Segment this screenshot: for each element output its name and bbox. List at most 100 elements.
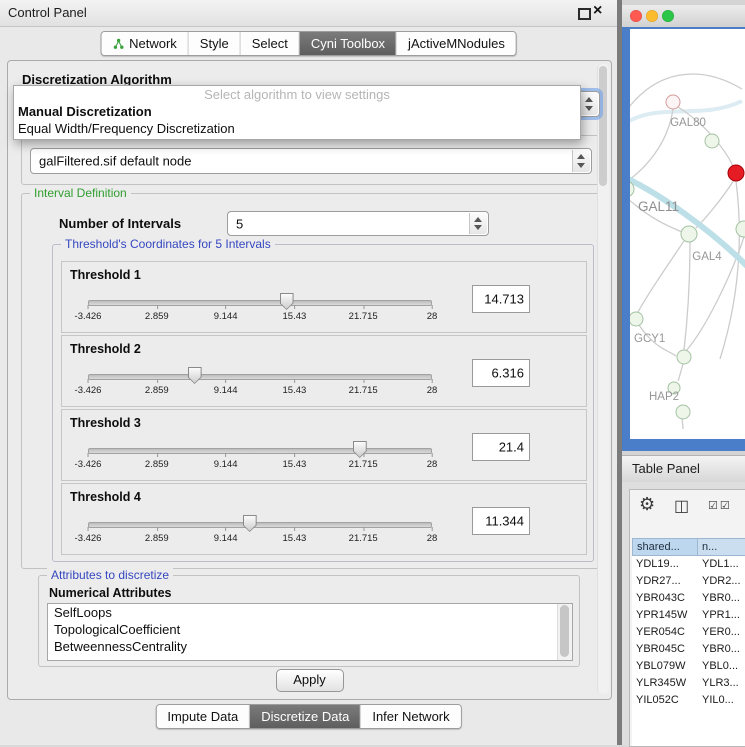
column-header-shared-name[interactable]: shared... (632, 538, 698, 556)
tab-network[interactable]: Network (101, 32, 189, 55)
network-node[interactable] (676, 405, 690, 419)
tab-discretize-data[interactable]: Discretize Data (250, 705, 361, 728)
threshold-value-field-3[interactable]: 21.4 (472, 433, 530, 461)
combobox-stepper[interactable] (469, 213, 487, 234)
close-traffic-light[interactable] (630, 10, 642, 22)
cyni-toolbox-panel: Discretization Algorithm Select algorith… (7, 60, 612, 700)
network-node[interactable] (630, 312, 643, 326)
table-panel-title: Table Panel (632, 461, 700, 476)
table-cell[interactable]: YPR1... (698, 607, 745, 624)
table-cell[interactable]: YBL0... (698, 658, 745, 675)
table-row[interactable]: YER054C YER0... (632, 624, 745, 641)
list-scrollbar[interactable] (557, 604, 572, 660)
combobox-stepper[interactable] (572, 150, 590, 172)
columns-icon[interactable]: ◫ (674, 496, 689, 516)
gear-icon[interactable]: ⚙ (639, 494, 655, 515)
dropdown-option-equal-width[interactable]: Equal Width/Frequency Discretization (14, 120, 580, 137)
panel-scrollbar[interactable] (597, 64, 609, 694)
threshold-label: Threshold 2 (70, 342, 141, 356)
network-node-selected[interactable] (728, 165, 744, 181)
node-label: GAL80 (670, 117, 706, 129)
table-cell[interactable]: YBR043C (632, 590, 698, 607)
table-cell[interactable]: YLR345W (632, 675, 698, 692)
threshold-value-field-4[interactable]: 11.344 (472, 507, 530, 535)
float-window-icon[interactable] (578, 8, 591, 20)
table-cell[interactable]: YDR27... (632, 573, 698, 590)
apply-button[interactable]: Apply (276, 669, 344, 692)
table-data-combobox[interactable]: galFiltered.sif default node (30, 148, 592, 174)
network-node[interactable] (705, 134, 719, 148)
node-label: GAL4 (692, 251, 722, 263)
combobox-stepper[interactable] (580, 93, 598, 115)
slider-track[interactable] (88, 374, 432, 380)
tab-label: Select (252, 36, 288, 51)
tab-select[interactable]: Select (241, 32, 300, 55)
table-cell[interactable]: YER054C (632, 624, 698, 641)
table-row[interactable]: YBR043C YBR0... (632, 590, 745, 607)
table-cell[interactable]: YPR145W (632, 607, 698, 624)
list-item[interactable]: TopologicalCoefficient (48, 621, 572, 638)
tab-infer-network[interactable]: Infer Network (361, 705, 460, 728)
table-cell[interactable]: YDL19... (632, 556, 698, 573)
close-icon[interactable]: × (593, 2, 602, 20)
table-row[interactable]: YBL079W YBL0... (632, 658, 745, 675)
table-cell[interactable]: YBR0... (698, 641, 745, 658)
network-node[interactable] (681, 226, 697, 242)
table-cell[interactable]: YBR0... (698, 590, 745, 607)
tab-label: Discretize Data (261, 709, 349, 724)
network-nodes (630, 95, 745, 419)
list-item[interactable]: BetweennessCentrality (48, 638, 572, 655)
table-data-value: galFiltered.sif default node (39, 154, 191, 169)
number-of-intervals-combobox[interactable]: 5 (227, 211, 489, 236)
dropdown-option-manual[interactable]: Manual Discretization (14, 103, 580, 120)
table-row[interactable]: YLR345W YLR3... (632, 675, 745, 692)
node-table: shared... n... YDL19... YDL1... YDR27...… (632, 538, 745, 746)
slider-thumb[interactable] (280, 293, 294, 310)
select-columns-icon[interactable]: ☑☑ (708, 499, 732, 512)
table-cell[interactable]: YDR2... (698, 573, 745, 590)
slider-thumb[interactable] (188, 367, 202, 384)
tab-cyni-toolbox[interactable]: Cyni Toolbox (300, 32, 397, 55)
network-canvas[interactable]: GAL80 GAL11 GAL4 GCY1 HAP2 (630, 29, 745, 439)
table-cell[interactable]: YIL0... (698, 692, 745, 709)
table-row[interactable]: YIL052C YIL0... (632, 692, 745, 709)
threshold-slider-1[interactable]: -3.426 2.859 9.144 15.43 21.715 28 (88, 292, 432, 324)
threshold-slider-2[interactable]: -3.426 2.859 9.144 15.43 21.715 28 (88, 366, 432, 398)
table-cell[interactable]: YER0... (698, 624, 745, 641)
table-cell[interactable]: YBR045C (632, 641, 698, 658)
top-tab-bar: Network Style Select Cyni Toolbox jActiv… (100, 31, 517, 56)
threshold-value-field-1[interactable]: 14.713 (472, 285, 530, 313)
zoom-traffic-light[interactable] (662, 10, 674, 22)
threshold-slider-4[interactable]: -3.426 2.859 9.144 15.43 21.715 28 (88, 514, 432, 546)
tab-label: jActiveMNodules (408, 36, 505, 51)
algorithm-dropdown-popup: Select algorithm to view settings Manual… (13, 85, 581, 140)
minimize-traffic-light[interactable] (646, 10, 658, 22)
numerical-attributes-list[interactable]: SelfLoops TopologicalCoefficient Between… (47, 603, 573, 661)
network-node[interactable] (736, 221, 745, 237)
tab-style[interactable]: Style (189, 32, 241, 55)
table-cell[interactable]: YBL079W (632, 658, 698, 675)
table-row[interactable]: YDL19... YDL1... (632, 556, 745, 573)
table-cell[interactable]: YDL1... (698, 556, 745, 573)
tab-impute-data[interactable]: Impute Data (156, 705, 250, 728)
slider-track[interactable] (88, 300, 432, 306)
tab-label: Network (129, 36, 177, 51)
table-cell[interactable]: YIL052C (632, 692, 698, 709)
slider-thumb[interactable] (243, 515, 257, 532)
column-header-name[interactable]: n... (698, 538, 745, 556)
table-row[interactable]: YBR045C YBR0... (632, 641, 745, 658)
slider-track[interactable] (88, 448, 432, 454)
table-cell[interactable]: YLR3... (698, 675, 745, 692)
tab-jactivemnodules[interactable]: jActiveMNodules (397, 32, 516, 55)
slider-thumb[interactable] (353, 441, 367, 458)
threshold-value-field-2[interactable]: 6.316 (472, 359, 530, 387)
network-node[interactable] (666, 95, 680, 109)
table-row[interactable]: YDR27... YDR2... (632, 573, 745, 590)
list-item[interactable]: SelfLoops (48, 604, 572, 621)
slider-track[interactable] (88, 522, 432, 528)
tab-label: Style (200, 36, 229, 51)
threshold-label: Threshold 1 (70, 268, 141, 282)
table-row[interactable]: YPR145W YPR1... (632, 607, 745, 624)
threshold-slider-3[interactable]: -3.426 2.859 9.144 15.43 21.715 28 (88, 440, 432, 472)
network-node[interactable] (677, 350, 691, 364)
